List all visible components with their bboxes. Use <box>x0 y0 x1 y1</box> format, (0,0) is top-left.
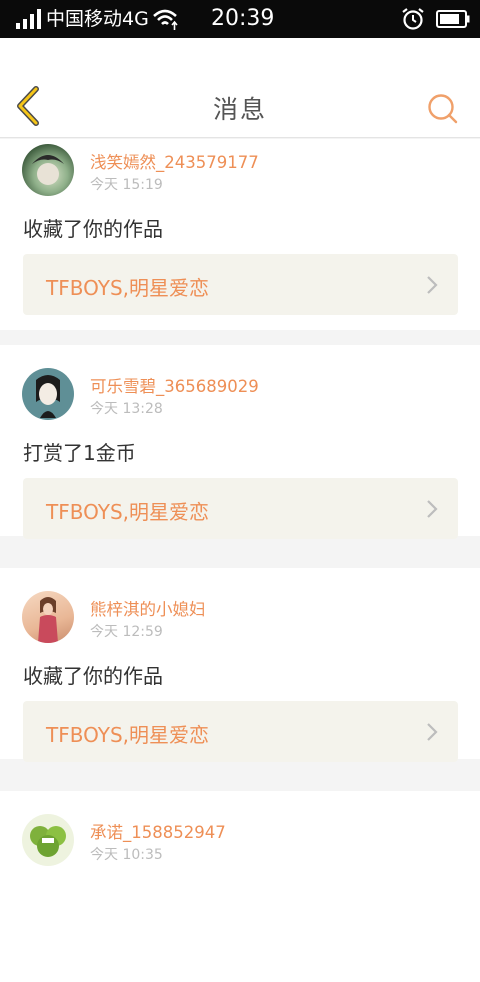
message-action: 收藏了你的作品 <box>23 217 163 241</box>
message-time: 今天 10:35 <box>90 847 163 863</box>
message-time: 今天 12:59 <box>90 624 163 640</box>
work-title: TFBOYS,明星爱恋 <box>46 500 210 524</box>
work-link[interactable]: TFBOYS,明星爱恋 <box>23 254 458 315</box>
wifi-icon <box>153 9 178 30</box>
message-card: 熊梓淇的小媳妇 今天 12:59 收藏了你的作品 TFBOYS,明星爱恋 <box>0 568 480 762</box>
user-name[interactable]: 承诺_158852947 <box>90 819 226 843</box>
message-card: 浅笑嫣然_243579177 今天 15:19 收藏了你的作品 TFBOYS,明… <box>0 139 480 330</box>
signal-icon <box>16 9 41 29</box>
clock-time: 20:39 <box>211 6 275 31</box>
message-time: 今天 15:19 <box>90 177 163 193</box>
message-time: 今天 13:28 <box>90 401 163 417</box>
status-bar: 中国移动4G 20:39 <box>0 0 480 38</box>
avatar[interactable] <box>22 814 74 866</box>
work-link[interactable]: TFBOYS,明星爱恋 <box>23 478 458 539</box>
message-card: 可乐雪碧_365689029 今天 13:28 打赏了1金币 TFBOYS,明星… <box>0 345 480 539</box>
header: 消息 <box>0 38 480 138</box>
battery-icon <box>436 10 470 28</box>
carrier-label: 中国移动4G <box>46 8 149 30</box>
user-name[interactable]: 可乐雪碧_365689029 <box>90 373 259 397</box>
chevron-right-icon <box>427 500 438 518</box>
avatar[interactable] <box>22 368 74 420</box>
chevron-right-icon <box>427 276 438 294</box>
user-name[interactable]: 浅笑嫣然_243579177 <box>90 149 259 173</box>
avatar[interactable] <box>22 591 74 643</box>
user-name[interactable]: 熊梓淇的小媳妇 <box>90 596 206 620</box>
page-title: 消息 <box>212 95 267 124</box>
message-action: 收藏了你的作品 <box>23 664 163 688</box>
work-title: TFBOYS,明星爱恋 <box>46 723 210 747</box>
alarm-icon <box>402 8 424 30</box>
avatar[interactable] <box>22 144 74 196</box>
message-action: 打赏了1金币 <box>23 441 136 465</box>
chevron-right-icon <box>427 723 438 741</box>
work-link[interactable]: TFBOYS,明星爱恋 <box>23 701 458 762</box>
work-title: TFBOYS,明星爱恋 <box>46 276 210 300</box>
message-card: 承诺_158852947 今天 10:35 <box>0 791 480 982</box>
search-icon[interactable] <box>426 92 458 124</box>
